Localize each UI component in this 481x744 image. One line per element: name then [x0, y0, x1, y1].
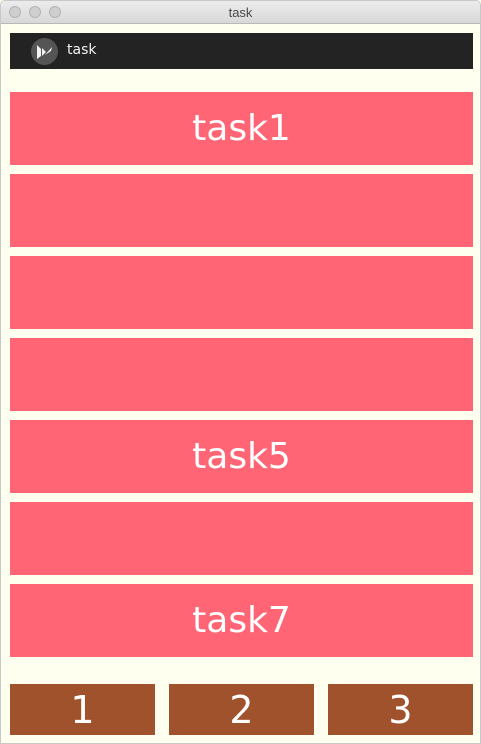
task-button-3[interactable]: [10, 256, 473, 329]
page-button-1[interactable]: 1: [10, 684, 155, 735]
window-titlebar[interactable]: task: [1, 1, 480, 24]
task-button-2[interactable]: [10, 174, 473, 247]
app-window: task task task1 task5 task7 1 2 3: [0, 0, 481, 744]
page-button-2[interactable]: 2: [169, 684, 314, 735]
kivy-logo-icon[interactable]: [31, 38, 58, 65]
task-button-7[interactable]: task7: [10, 584, 473, 657]
window-title: task: [228, 5, 253, 20]
action-bar: task: [10, 33, 473, 69]
task-button-4[interactable]: [10, 338, 473, 411]
page-button-3[interactable]: 3: [328, 684, 473, 735]
task-button-1[interactable]: task1: [10, 92, 473, 165]
task-button-6[interactable]: [10, 502, 473, 575]
action-bar-title[interactable]: task: [67, 42, 96, 58]
task-button-5[interactable]: task5: [10, 420, 473, 493]
